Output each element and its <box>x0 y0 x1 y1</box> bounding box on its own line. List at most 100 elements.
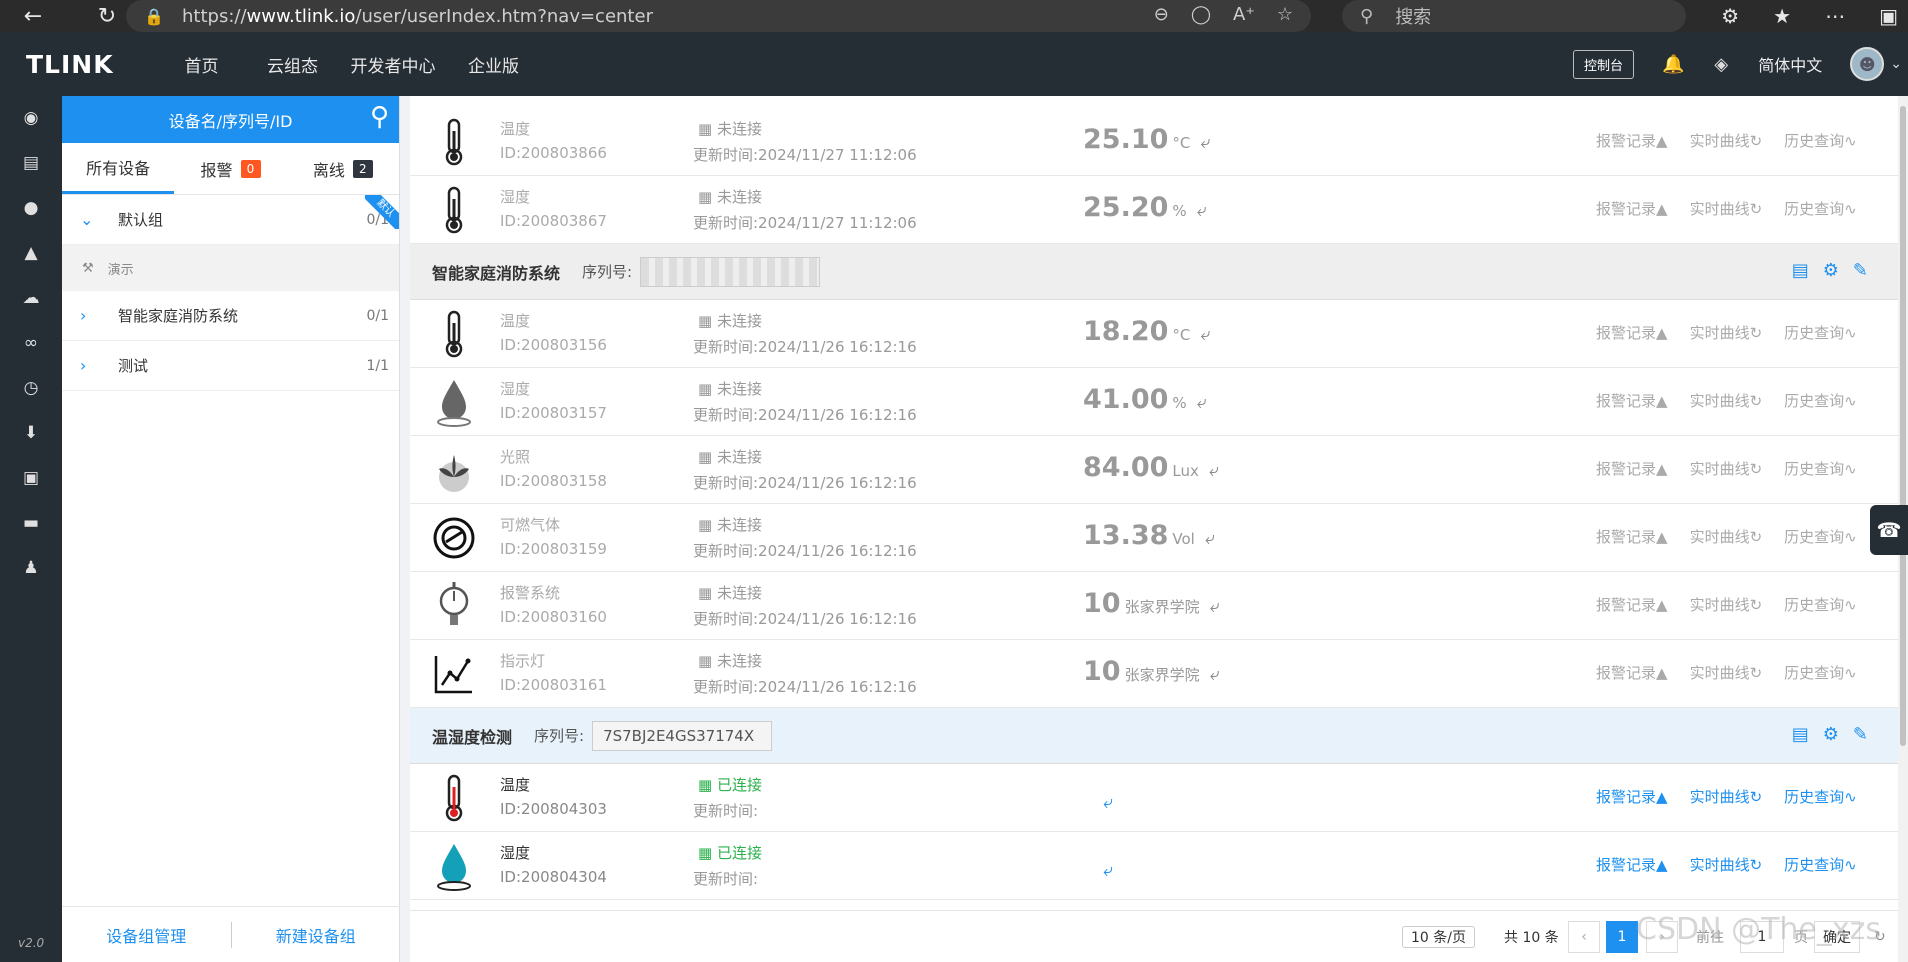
avatar[interactable]: ☻ <box>1850 47 1885 81</box>
history-query-link[interactable]: 历史查询∿ <box>1784 130 1857 151</box>
browser-search-bar[interactable]: ⚲ 搜索 <box>1342 0 1686 32</box>
device-row: 湿度 ID:200804304 ▦ 已连接 更新时间: ⤶ 报警记录▲ 实时曲线… <box>410 832 1898 900</box>
reload-icon[interactable]: ↻ <box>92 1 122 31</box>
favorites-icon[interactable]: ★ <box>1773 4 1791 28</box>
chevron-right-icon[interactable]: › <box>80 306 118 325</box>
save-icon[interactable]: ▤ <box>1792 260 1809 281</box>
group-test[interactable]: › 测试 1/1 <box>62 341 399 391</box>
download-icon[interactable]: ⬇ <box>0 413 62 453</box>
group-fire-system[interactable]: › 智能家庭消防系统 0/1 <box>62 291 399 341</box>
prev-page-icon[interactable]: ‹ <box>1568 921 1600 953</box>
chevron-right-icon[interactable]: › <box>80 356 118 375</box>
more-icon[interactable]: ⋯ <box>1825 4 1845 28</box>
cloud-icon[interactable]: ☁ <box>0 278 62 318</box>
alarm-record-link[interactable]: 报警记录▲ <box>1596 130 1668 151</box>
favorite-star-icon[interactable]: ☆ <box>1277 4 1293 25</box>
gear-icon[interactable]: ⚙ <box>1823 260 1839 281</box>
bell-icon[interactable]: 🔔 <box>1662 54 1684 75</box>
manage-groups-link[interactable]: 设备组管理 <box>62 923 231 947</box>
alarm-record-link[interactable]: 报警记录▲ <box>1596 526 1668 547</box>
card-icon[interactable]: ▬ <box>0 503 62 543</box>
realtime-curve-link[interactable]: 实时曲线↻ <box>1690 662 1763 683</box>
control-arrow-icon[interactable]: ⤶ <box>1205 528 1215 549</box>
realtime-curve-link[interactable]: 实时曲线↻ <box>1690 786 1763 807</box>
logo[interactable]: TLINK <box>26 50 156 79</box>
console-button[interactable]: 控制台 <box>1572 49 1634 79</box>
history-query-link[interactable]: 历史查询∿ <box>1784 662 1857 683</box>
realtime-curve-link[interactable]: 实时曲线↻ <box>1690 390 1763 411</box>
control-arrow-icon[interactable]: ⤶ <box>1197 200 1207 221</box>
history-query-link[interactable]: 历史查询∿ <box>1784 526 1857 547</box>
nav-home[interactable]: 首页 <box>156 52 247 77</box>
zoom-icon[interactable]: ⊖ <box>1154 4 1169 25</box>
nav-developer-center[interactable]: 开发者中心 <box>338 52 448 77</box>
realtime-curve-link[interactable]: 实时曲线↻ <box>1690 458 1763 479</box>
tab-all-devices[interactable]: 所有设备 <box>62 143 175 194</box>
control-arrow-icon[interactable]: ⤶ <box>1103 860 1113 881</box>
alarm-record-link[interactable]: 报警记录▲ <box>1596 458 1668 479</box>
alarm-record-link[interactable]: 报警记录▲ <box>1596 390 1668 411</box>
scrollbar-thumb[interactable] <box>1900 106 1906 746</box>
control-arrow-icon[interactable]: ⤶ <box>1210 664 1220 685</box>
bell-icon[interactable]: ▲ <box>0 233 62 273</box>
new-group-link[interactable]: 新建设备组 <box>232 923 401 947</box>
history-query-link[interactable]: 历史查询∿ <box>1784 198 1857 219</box>
chevron-down-icon[interactable]: ⌄ <box>1890 56 1902 72</box>
edit-icon[interactable]: ✎ <box>1853 724 1868 745</box>
sidebar-toggle-icon[interactable]: ▣ <box>1879 4 1898 28</box>
alarm-record-link[interactable]: 报警记录▲ <box>1596 198 1668 219</box>
history-query-link[interactable]: 历史查询∿ <box>1784 594 1857 615</box>
alarm-record-link[interactable]: 报警记录▲ <box>1596 662 1668 683</box>
nav-cloud-config[interactable]: 云组态 <box>247 52 338 77</box>
page-size-select[interactable]: 10 条/页 <box>1402 926 1475 948</box>
dashboard-icon[interactable]: ◉ <box>0 98 62 138</box>
search-icon[interactable]: ⚲ <box>370 102 389 132</box>
gear-icon[interactable]: ⚙ <box>1823 724 1839 745</box>
device-search-bar[interactable]: 设备名/序列号/ID ⚲ <box>62 96 399 143</box>
screen-icon[interactable]: ▣ <box>0 458 62 498</box>
history-query-link[interactable]: 历史查询∿ <box>1784 458 1857 479</box>
read-aloud-icon[interactable]: A⁺ <box>1233 4 1255 25</box>
nav-enterprise[interactable]: 企业版 <box>448 52 539 77</box>
tab-offline[interactable]: 离线 2 <box>287 143 399 194</box>
alarm-record-link[interactable]: 报警记录▲ <box>1596 786 1668 807</box>
control-arrow-icon[interactable]: ⤶ <box>1200 324 1210 345</box>
control-arrow-icon[interactable]: ⤶ <box>1209 460 1219 481</box>
back-icon[interactable]: ← <box>18 1 48 31</box>
realtime-curve-link[interactable]: 实时曲线↻ <box>1690 130 1763 151</box>
save-icon[interactable]: ▤ <box>1792 724 1809 745</box>
clock-icon[interactable]: ◷ <box>0 368 62 408</box>
monitor-icon[interactable]: ▤ <box>0 143 62 183</box>
control-arrow-icon[interactable]: ⤶ <box>1103 792 1113 813</box>
edge-icon[interactable]: ◯ <box>1191 4 1211 25</box>
alarm-record-link[interactable]: 报警记录▲ <box>1596 322 1668 343</box>
address-bar[interactable]: 🔒 https://www.tlink.io/user/userIndex.ht… <box>126 0 1311 32</box>
headset-icon[interactable]: ☎ <box>1870 505 1908 555</box>
history-query-link[interactable]: 历史查询∿ <box>1784 322 1857 343</box>
group-sub-item-demo[interactable]: ⚒ 演示 <box>62 245 399 291</box>
share-icon[interactable]: ∞ <box>0 323 62 363</box>
control-arrow-icon[interactable]: ⤶ <box>1200 132 1210 153</box>
control-arrow-icon[interactable]: ⤶ <box>1197 392 1207 413</box>
alarm-record-link[interactable]: 报警记录▲ <box>1596 594 1668 615</box>
realtime-curve-link[interactable]: 实时曲线↻ <box>1690 198 1763 219</box>
edit-icon[interactable]: ✎ <box>1853 260 1868 281</box>
history-query-link[interactable]: 历史查询∿ <box>1784 390 1857 411</box>
extensions-icon[interactable]: ⚙ <box>1721 4 1739 28</box>
realtime-curve-link[interactable]: 实时曲线↻ <box>1690 594 1763 615</box>
chevron-down-icon[interactable]: ⌄ <box>80 210 118 229</box>
user-icon[interactable]: ♟ <box>0 548 62 588</box>
realtime-curve-link[interactable]: 实时曲线↻ <box>1690 322 1763 343</box>
control-arrow-icon[interactable]: ⤶ <box>1210 596 1220 617</box>
tab-alarm[interactable]: 报警 0 <box>174 143 286 194</box>
history-query-link[interactable]: 历史查询∿ <box>1784 854 1857 875</box>
page-1-button[interactable]: 1 <box>1606 921 1638 953</box>
realtime-curve-link[interactable]: 实时曲线↻ <box>1690 854 1763 875</box>
location-pin-icon[interactable]: ● <box>0 188 62 228</box>
group-default[interactable]: ⌄ 默认组 0/1 <box>62 195 399 245</box>
language-selector[interactable]: 简体中文 <box>1758 52 1822 76</box>
history-query-link[interactable]: 历史查询∿ <box>1784 786 1857 807</box>
alarm-record-link[interactable]: 报警记录▲ <box>1596 854 1668 875</box>
palette-icon[interactable]: ◈ <box>1714 54 1728 75</box>
realtime-curve-link[interactable]: 实时曲线↻ <box>1690 526 1763 547</box>
